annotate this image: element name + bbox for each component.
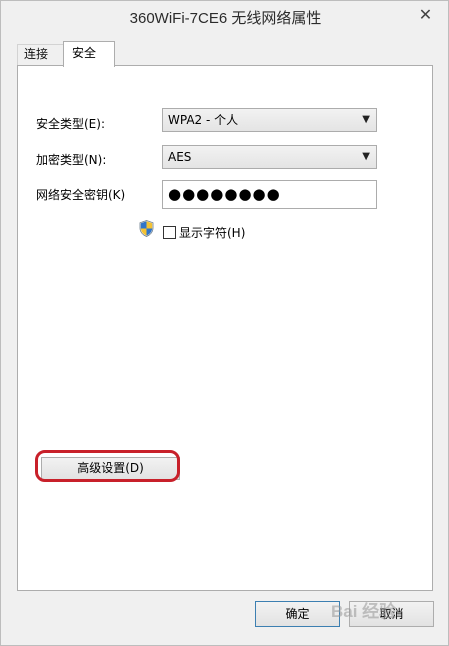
window-title: 360WiFi-7CE6 无线网络属性 xyxy=(129,10,322,27)
advanced-settings-button[interactable]: 高级设置(D) xyxy=(41,457,180,480)
show-characters-label[interactable]: 显示字符(H) xyxy=(179,224,245,241)
uac-shield-icon xyxy=(139,220,154,237)
security-type-dropdown[interactable]: WPA2 - 个人 ▼ xyxy=(162,108,377,132)
network-key-label: 网络安全密钥(K) xyxy=(36,188,126,202)
watermark: Bai 经验 xyxy=(331,602,397,621)
network-key-input[interactable]: ●●●●●●●● xyxy=(162,180,377,209)
encryption-type-value: AES xyxy=(168,150,192,164)
tab-connection[interactable]: 连接 xyxy=(17,44,64,65)
wireless-properties-dialog: 360WiFi-7CE6 无线网络属性 ✕ 连接 安全 安全类型(E): WPA… xyxy=(0,0,449,646)
security-type-label: 安全类型(E): xyxy=(36,117,105,131)
tab-security[interactable]: 安全 xyxy=(63,41,115,67)
close-button[interactable]: ✕ xyxy=(409,1,442,27)
security-type-value: WPA2 - 个人 xyxy=(168,113,239,127)
close-icon: ✕ xyxy=(418,4,433,24)
chevron-down-icon: ▼ xyxy=(362,151,370,162)
encryption-type-dropdown[interactable]: AES ▼ xyxy=(162,145,377,169)
title-bar: 360WiFi-7CE6 无线网络属性 ✕ xyxy=(1,1,448,33)
encryption-type-label: 加密类型(N): xyxy=(36,153,107,167)
security-tab-panel: 安全类型(E): WPA2 - 个人 ▼ 加密类型(N): AES ▼ 网络安全… xyxy=(17,65,433,591)
chevron-down-icon: ▼ xyxy=(362,114,370,125)
show-characters-checkbox[interactable] xyxy=(163,226,176,239)
ok-button[interactable]: 确定 xyxy=(255,601,340,627)
